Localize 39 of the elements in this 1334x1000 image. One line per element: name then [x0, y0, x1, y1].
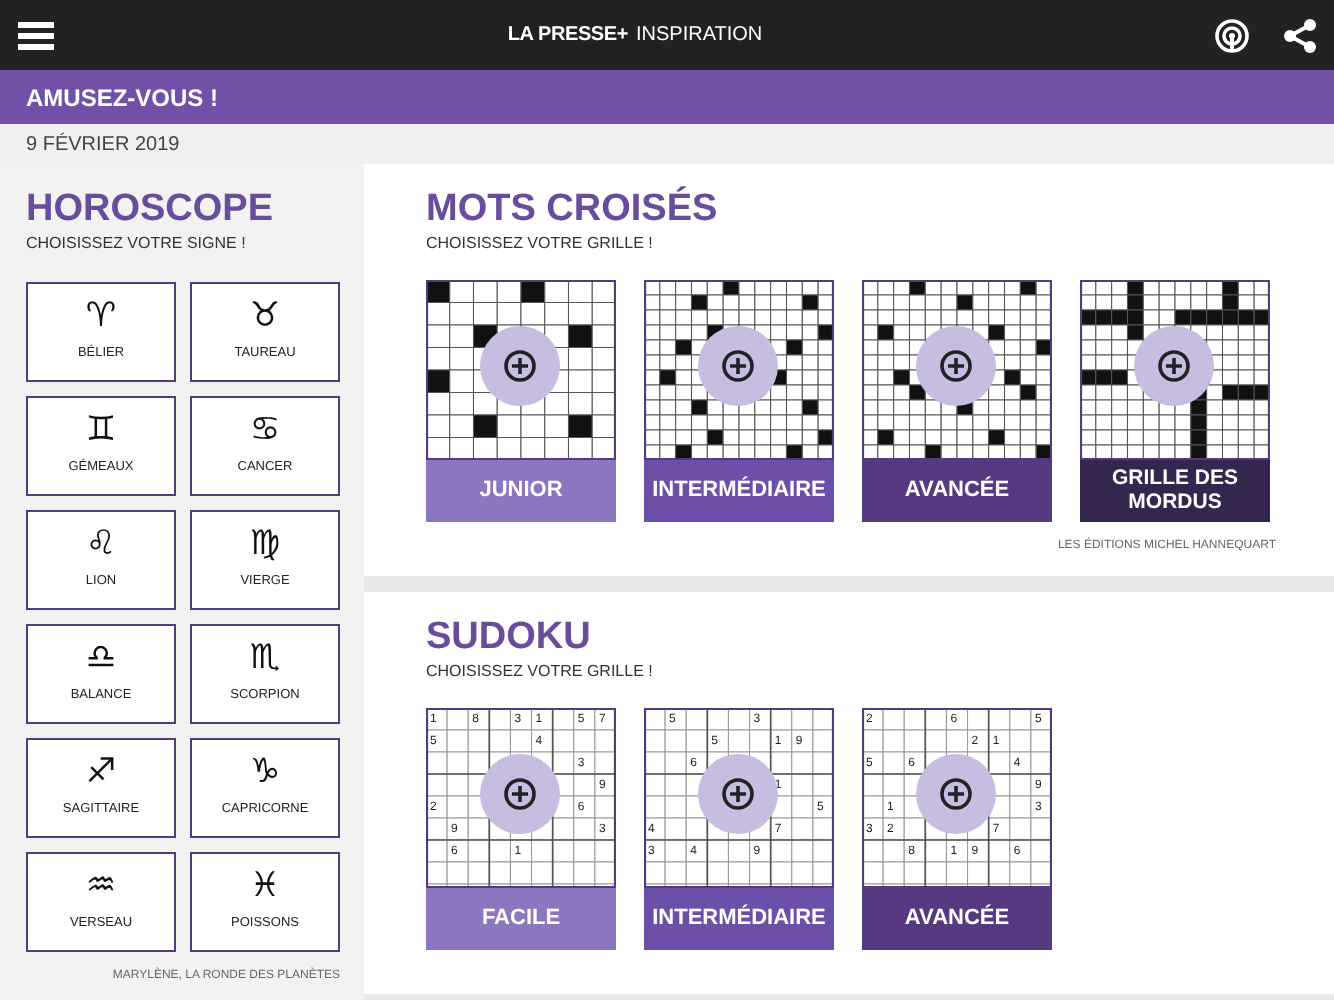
add-icon[interactable]	[478, 324, 562, 408]
zodiac-symbol: ♊	[85, 414, 117, 449]
zodiac-symbol: ♎	[85, 642, 117, 677]
zodiac-symbol: ♈	[85, 300, 117, 335]
section-title: SUDOKU	[426, 618, 593, 656]
add-icon[interactable]	[696, 752, 780, 836]
add-icon[interactable]	[478, 752, 562, 836]
section-title: HOROSCOPE	[26, 190, 276, 228]
difficulty-button[interactable]: JUNIOR	[426, 460, 616, 522]
difficulty-button[interactable]: AVANCÉE	[862, 888, 1052, 950]
banner-title: AMUSEZ-VOUS !	[26, 81, 218, 115]
section-title: MOTS CROISÉS	[426, 190, 720, 228]
add-icon[interactable]	[914, 324, 998, 408]
zodiac-symbol: ♏	[249, 642, 281, 677]
add-icon[interactable]	[914, 752, 998, 836]
zodiac-symbol: ♓	[249, 870, 281, 905]
add-icon[interactable]	[696, 324, 780, 408]
difficulty-button[interactable]: GRILLE DES MORDUS	[1080, 460, 1270, 522]
section-subtitle: CHOISISSEZ VOTRE GRILLE !	[426, 232, 655, 256]
zodiac-symbol: ♍	[249, 528, 281, 563]
difficulty-button[interactable]: AVANCÉE	[862, 460, 1052, 522]
section-subtitle: CHOISISSEZ VOTRE SIGNE !	[26, 232, 248, 256]
zodiac-symbol: ♑	[249, 756, 281, 791]
section-title: INSPIRATION	[636, 22, 763, 50]
date-text: 9 FÉVRIER 2019	[26, 130, 180, 159]
difficulty-button[interactable]: FACILE	[426, 888, 616, 950]
menu-icon[interactable]	[16, 19, 56, 51]
brand-logo: LA PRESSE+	[507, 22, 628, 50]
difficulty-button[interactable]: INTERMÉDIAIRE	[644, 460, 834, 522]
zodiac-symbol: ♉	[249, 300, 281, 335]
section-subtitle: CHOISISSEZ VOTRE GRILLE !	[426, 660, 655, 684]
zodiac-symbol: ♌	[85, 528, 117, 563]
zodiac-symbol: ♒	[85, 870, 117, 905]
zodiac-symbol: ♋	[249, 414, 281, 449]
difficulty-button[interactable]: INTERMÉDIAIRE	[644, 888, 834, 950]
share-icon[interactable]	[1282, 17, 1318, 53]
podcast-icon[interactable]	[1214, 17, 1250, 53]
zodiac-symbol: ♐	[85, 756, 117, 791]
add-icon[interactable]	[1132, 324, 1216, 408]
